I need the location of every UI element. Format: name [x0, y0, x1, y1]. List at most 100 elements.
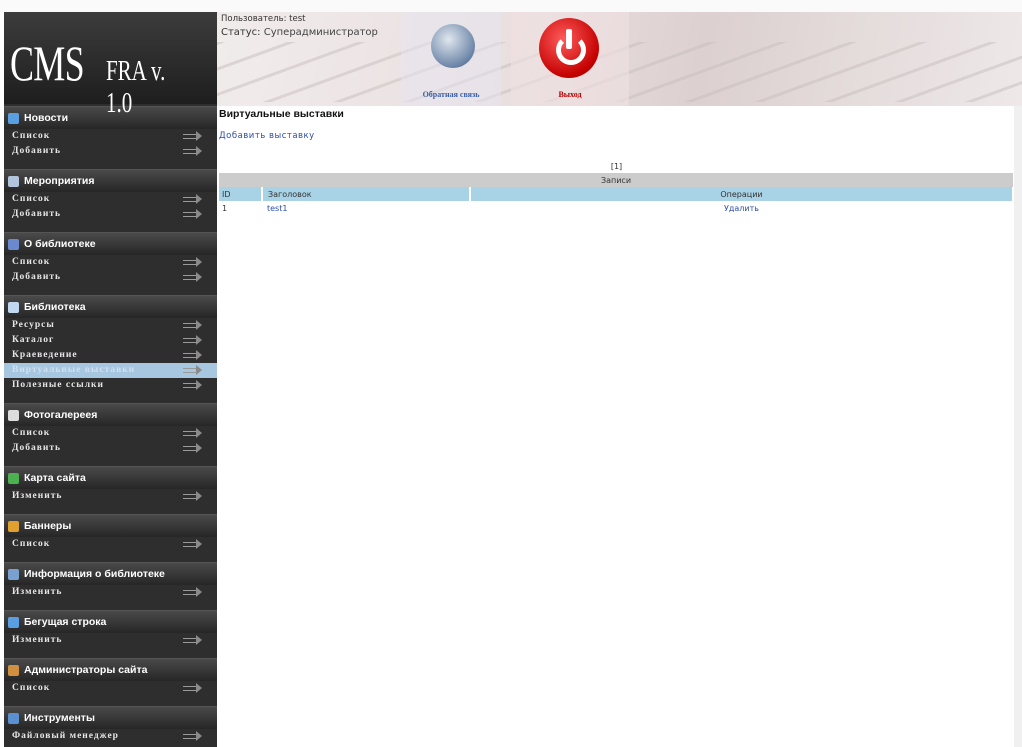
- section-icon: [8, 616, 19, 628]
- power-icon: [539, 18, 599, 78]
- arrow-icon: [183, 443, 205, 454]
- sidebar-menu: Новости Список Добавить Мероприятия Список До…: [4, 106, 217, 747]
- sidebar-item[interactable]: Каталог: [4, 333, 217, 348]
- sidebar-item[interactable]: Добавить: [4, 441, 217, 456]
- sidebar-item-label: Добавить: [12, 272, 62, 282]
- section-icon: [8, 568, 19, 580]
- section-title-label: Библиотека: [24, 301, 86, 313]
- logo-cms: CMS: [10, 35, 85, 91]
- arrow-icon: [183, 380, 205, 391]
- section-icon: [8, 175, 19, 187]
- sidebar-item[interactable]: Список: [4, 681, 217, 696]
- sidebar-item[interactable]: Виртуальные выставки: [4, 363, 217, 378]
- section-title-label: О библиотеке: [24, 238, 96, 250]
- sidebar-item-label: Краеведение: [12, 350, 78, 360]
- pager-link[interactable]: [1]: [219, 162, 1014, 171]
- arrow-head-icon: [196, 380, 202, 390]
- sidebar-item-label: Ресурсы: [12, 320, 55, 330]
- sidebar-item[interactable]: Список: [4, 426, 217, 441]
- section-icon: [8, 712, 19, 724]
- arrow-head-icon: [196, 428, 202, 438]
- sidebar-item-label: Список: [12, 683, 51, 693]
- arrow-head-icon: [196, 491, 202, 501]
- sidebar-item[interactable]: Список: [4, 537, 217, 552]
- arrow-head-icon: [196, 731, 202, 741]
- sidebar-item[interactable]: Добавить: [4, 144, 217, 159]
- arrow-icon: [183, 146, 205, 157]
- sidebar-item[interactable]: Добавить: [4, 207, 217, 222]
- sidebar-item[interactable]: Ресурсы: [4, 318, 217, 333]
- sidebar-item-label: Список: [12, 428, 51, 438]
- section-title-label: Мероприятия: [24, 175, 95, 187]
- sidebar-item-label: Список: [12, 539, 51, 549]
- sidebar-item[interactable]: Полезные ссылки: [4, 378, 217, 393]
- table-caption: Записи: [219, 173, 1013, 187]
- table-row: 1 test1 Удалить: [219, 201, 1013, 215]
- section-icon: [8, 664, 19, 676]
- section-title-label: Баннеры: [24, 520, 72, 532]
- sidebar-item-label: Изменить: [12, 587, 63, 597]
- section-icon: [8, 472, 19, 484]
- section-icon: [8, 238, 19, 250]
- logo-version: FRA v. 1.0: [106, 56, 166, 119]
- sidebar-item[interactable]: Список: [4, 255, 217, 270]
- sidebar-item[interactable]: Список: [4, 129, 217, 144]
- delete-link[interactable]: Удалить: [470, 201, 1013, 215]
- arrow-head-icon: [196, 335, 202, 345]
- section-title-label: Инструменты: [24, 712, 95, 724]
- row-title-link[interactable]: test1: [262, 201, 470, 215]
- sidebar-item[interactable]: Изменить: [4, 489, 217, 504]
- exit-label: Выход: [558, 90, 582, 99]
- main-content: Виртуальные выставки Добавить выставку […: [219, 107, 1014, 215]
- arrow-head-icon: [196, 443, 202, 453]
- feedback-button[interactable]: Обратная связь: [401, 12, 501, 106]
- sidebar-section-title: Фотогалереея: [4, 403, 217, 426]
- arrow-icon: [183, 131, 205, 142]
- add-exhibition-link[interactable]: Добавить выставку: [219, 131, 1014, 141]
- sidebar-item-label: Изменить: [12, 491, 63, 501]
- arrow-icon: [183, 194, 205, 205]
- status-label: Статус: Суперадминистратор: [221, 27, 378, 38]
- feedback-label: Обратная связь: [422, 90, 480, 99]
- arrow-icon: [183, 257, 205, 268]
- sidebar-item[interactable]: Изменить: [4, 633, 217, 648]
- sidebar-section-title: Мероприятия: [4, 169, 217, 192]
- arrow-icon: [183, 350, 205, 361]
- row-id: 1: [222, 203, 228, 213]
- arrow-head-icon: [196, 635, 202, 645]
- column-header-operations: Операции: [470, 187, 1014, 201]
- arrow-head-icon: [196, 587, 202, 597]
- sidebar-section-title: Инструменты: [4, 706, 217, 729]
- exit-button[interactable]: Выход: [511, 12, 629, 106]
- sidebar-item-label: Список: [12, 131, 51, 141]
- section-title-label: Администраторы сайта: [24, 664, 148, 676]
- section-title-label: Фотогалереея: [24, 409, 98, 421]
- section-title-label: Бегущая строка: [24, 616, 107, 628]
- sidebar-item-label: Виртуальные выставки: [12, 365, 136, 375]
- arrow-icon: [183, 731, 205, 742]
- arrow-head-icon: [196, 209, 202, 219]
- sidebar-item[interactable]: Добавить: [4, 270, 217, 285]
- column-header-id: ID: [219, 187, 263, 201]
- sidebar-section-title: Администраторы сайта: [4, 658, 217, 681]
- section-title-label: Карта сайта: [24, 472, 86, 484]
- records-table: Записи ID Заголовок Операции 1 test1 Уда…: [219, 173, 1014, 215]
- sidebar-item[interactable]: Файловый менеджер: [4, 729, 217, 744]
- sidebar-item[interactable]: Изменить: [4, 585, 217, 600]
- sidebar-section-title: Информация о библиотеке: [4, 562, 217, 585]
- arrow-icon: [183, 635, 205, 646]
- arrow-icon: [183, 209, 205, 220]
- sidebar-item[interactable]: Список: [4, 192, 217, 207]
- arrow-head-icon: [196, 365, 202, 375]
- arrow-head-icon: [196, 350, 202, 360]
- sidebar-item[interactable]: Краеведение: [4, 348, 217, 363]
- header: Пользователь: test Статус: Суперадминист…: [217, 12, 1022, 106]
- sidebar-item-label: Изменить: [12, 635, 63, 645]
- arrow-icon: [183, 539, 205, 550]
